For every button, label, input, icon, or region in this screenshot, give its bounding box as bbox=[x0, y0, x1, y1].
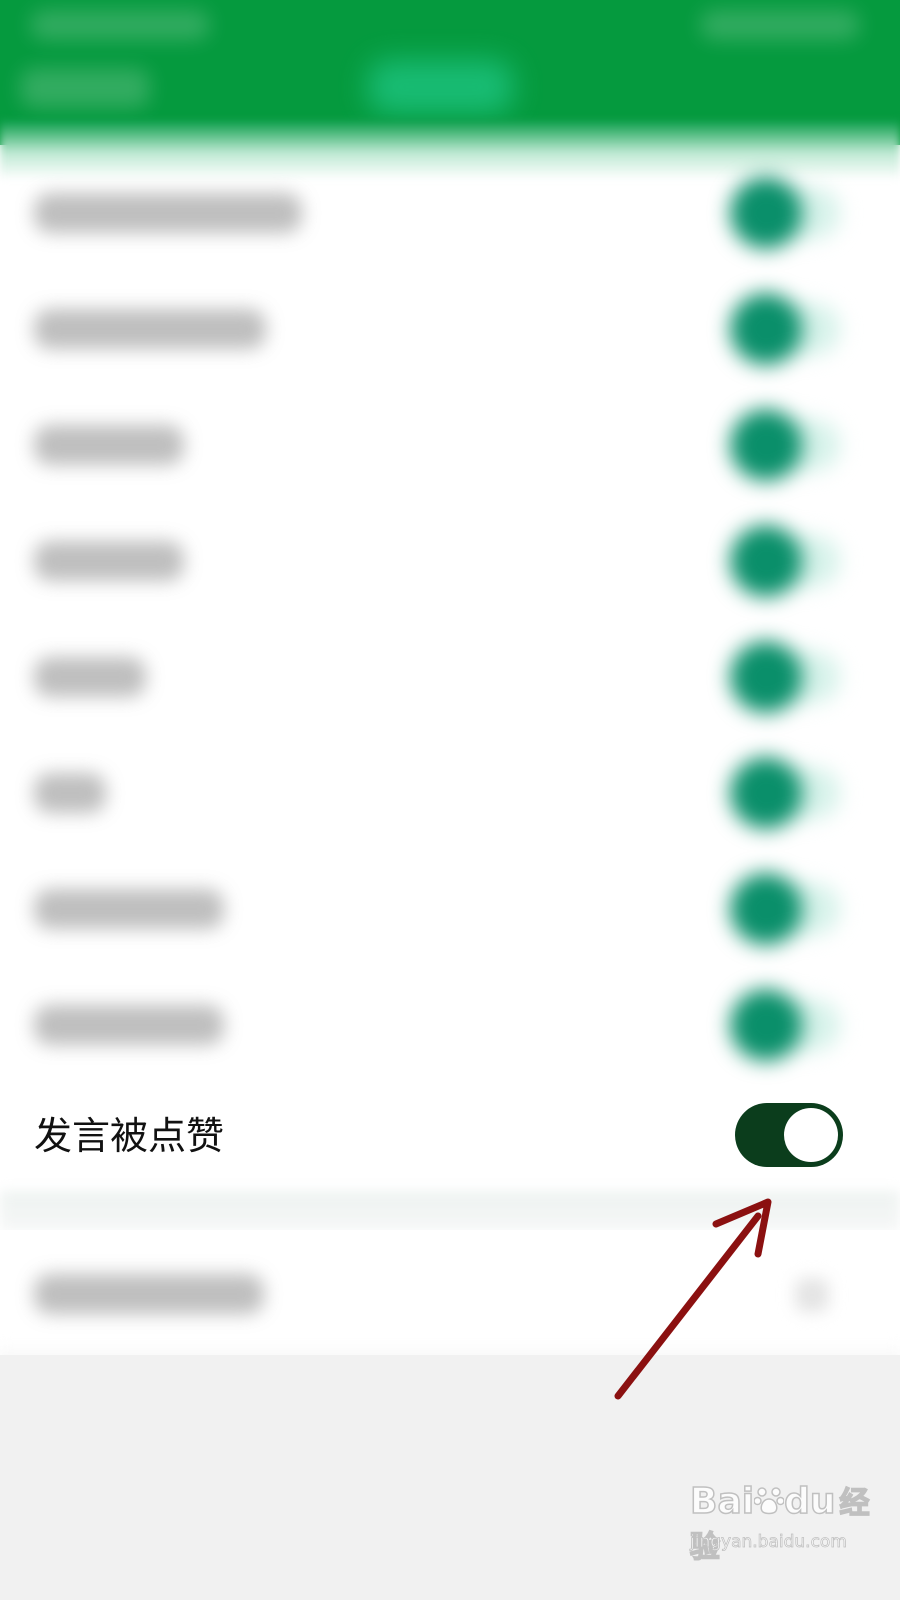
row-toggle[interactable] bbox=[730, 641, 840, 713]
row-label bbox=[34, 425, 184, 465]
row-label bbox=[34, 309, 266, 349]
settings-row bbox=[0, 503, 900, 619]
liked-notification-toggle[interactable] bbox=[735, 1103, 843, 1167]
baidu-jingyan-watermark: Bai du 经验 jingyan.baidu.com bbox=[689, 1478, 890, 1568]
row-label bbox=[34, 541, 184, 581]
row-label bbox=[34, 773, 106, 813]
status-bar-right-blur bbox=[700, 10, 860, 40]
status-bar-left-blur bbox=[30, 10, 210, 40]
settings-screen: 发言被点赞 Bai du 经验 jingyan.baidu.com bbox=[0, 0, 900, 1600]
row-toggle[interactable] bbox=[730, 293, 840, 365]
row-label bbox=[34, 1005, 224, 1045]
row-label bbox=[34, 657, 146, 697]
row-toggle[interactable] bbox=[730, 757, 840, 829]
chevron-right-icon bbox=[795, 1278, 829, 1312]
row-toggle[interactable] bbox=[730, 525, 840, 597]
settings-row bbox=[0, 735, 900, 851]
row-toggle[interactable] bbox=[730, 177, 840, 249]
watermark-logo-text-2: du bbox=[783, 1480, 836, 1523]
settings-row bbox=[0, 155, 900, 271]
row-label bbox=[34, 1274, 264, 1314]
toggle-thumb bbox=[784, 1108, 838, 1162]
settings-row bbox=[0, 387, 900, 503]
settings-row bbox=[0, 619, 900, 735]
watermark-site: jingyan.baidu.com bbox=[690, 1532, 848, 1553]
back-button[interactable] bbox=[20, 68, 150, 108]
row-label-liked: 发言被点赞 bbox=[34, 1114, 225, 1158]
watermark-logo-text: Bai bbox=[689, 1480, 755, 1523]
settings-row bbox=[0, 967, 900, 1083]
settings-row-liked: 发言被点赞 bbox=[0, 1085, 900, 1191]
section-divider bbox=[0, 1191, 900, 1231]
settings-row bbox=[0, 271, 900, 387]
row-toggle[interactable] bbox=[730, 409, 840, 481]
row-label bbox=[34, 193, 302, 233]
paw-icon bbox=[753, 1481, 785, 1522]
tab-active[interactable] bbox=[368, 60, 513, 114]
row-toggle[interactable] bbox=[730, 873, 840, 945]
watermark-logo: Bai du 经验 bbox=[689, 1478, 890, 1566]
row-label bbox=[34, 889, 224, 929]
row-toggle[interactable] bbox=[730, 989, 840, 1061]
settings-row[interactable] bbox=[0, 1230, 900, 1355]
settings-row bbox=[0, 851, 900, 967]
